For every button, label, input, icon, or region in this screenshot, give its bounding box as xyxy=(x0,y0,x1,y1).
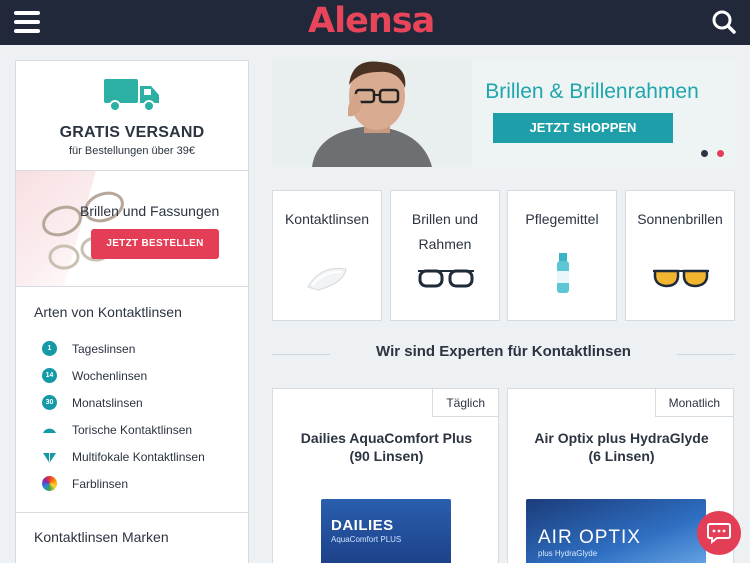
carousel-dot[interactable] xyxy=(701,150,708,157)
wear-period-badge: Monatlich xyxy=(654,389,733,417)
experts-section-header: Wir sind Experten für Kontaktlinsen xyxy=(272,343,735,367)
sidebar-item-label: Wochenlinsen xyxy=(72,368,148,383)
chat-button[interactable] xyxy=(697,511,741,555)
product-box-image: DAILIES AquaComfort PLUS xyxy=(321,499,451,563)
product-name-line: (6 Linsen) xyxy=(588,448,655,464)
model-with-glasses-image xyxy=(272,60,472,167)
product-card[interactable]: Täglich Dailies AquaComfort Plus (90 Lin… xyxy=(272,388,499,563)
banner-title: Brillen & Brillenrahmen xyxy=(485,80,699,103)
category-glasses-frames[interactable]: Brillen und Rahmen xyxy=(390,190,500,321)
search-icon[interactable] xyxy=(711,9,737,35)
promo-title: Brillen und Fassungen xyxy=(80,203,220,219)
experts-title: Wir sind Experten für Kontaktlinsen xyxy=(376,343,631,360)
toric-lens-icon xyxy=(42,422,57,437)
sidebar-item-label: Tageslinsen xyxy=(72,341,136,356)
color-lens-icon xyxy=(42,476,57,491)
sidebar-item-toric-lenses[interactable]: Torische Kontaktlinsen xyxy=(16,416,248,443)
product-name[interactable]: Dailies AquaComfort Plus (90 Linsen) xyxy=(273,429,498,465)
sunglasses-icon xyxy=(653,269,709,288)
lens-brands-heading[interactable]: Kontaktlinsen Marken xyxy=(16,513,248,561)
chat-bubble-icon xyxy=(707,523,731,544)
product-name-line: Air Optix plus HydraGlyde xyxy=(534,430,709,446)
box-sub-text: AquaComfort PLUS xyxy=(331,535,402,544)
top-navigation-bar: Alensa xyxy=(0,0,750,45)
category-contact-lenses[interactable]: Kontaktlinsen xyxy=(272,190,382,321)
product-name[interactable]: Air Optix plus HydraGlyde (6 Linsen) xyxy=(508,429,733,465)
free-shipping-box: GRATIS VERSAND für Bestellungen über 39€ xyxy=(16,61,248,171)
sidebar-item-daily-lenses[interactable]: 1 Tageslinsen xyxy=(16,335,248,362)
weekly-lens-icon: 14 xyxy=(42,368,57,383)
multifocal-lens-icon xyxy=(42,449,57,464)
daily-lens-icon: 1 xyxy=(42,341,57,356)
shop-now-button[interactable]: JETZT SHOPPEN xyxy=(493,113,673,143)
divider xyxy=(677,354,735,355)
eyeglasses-icon xyxy=(418,269,474,288)
category-label: Brillen und Rahmen xyxy=(411,211,479,252)
sidebar: GRATIS VERSAND für Bestellungen über 39€… xyxy=(15,60,249,563)
glasses-promo[interactable]: Brillen und Fassungen JETZT BESTELLEN xyxy=(16,171,248,287)
carousel-dot-active[interactable] xyxy=(717,150,724,157)
logo[interactable]: Alensa xyxy=(308,1,435,41)
box-sub-text: plus HydraGlyde xyxy=(538,549,598,558)
sidebar-item-weekly-lenses[interactable]: 14 Wochenlinsen xyxy=(16,362,248,389)
box-brand-text: AIR OPTIX xyxy=(538,527,641,548)
shipping-subtitle: für Bestellungen über 39€ xyxy=(69,145,195,157)
product-name-line: (90 Linsen) xyxy=(349,448,424,464)
shipping-title: GRATIS VERSAND xyxy=(59,124,205,141)
sidebar-item-label: Torische Kontaktlinsen xyxy=(72,422,193,437)
category-sunglasses[interactable]: Sonnenbrillen xyxy=(625,190,735,321)
delivery-truck-icon xyxy=(104,79,159,112)
hamburger-menu-icon[interactable] xyxy=(14,11,40,33)
wear-period-badge: Täglich xyxy=(432,389,498,417)
sidebar-item-label: Farblinsen xyxy=(72,476,129,491)
lens-types-heading: Arten von Kontaktlinsen xyxy=(34,304,182,320)
sidebar-item-multifocal-lenses[interactable]: Multifokale Kontaktlinsen xyxy=(16,443,248,470)
monthly-lens-icon: 30 xyxy=(42,395,57,410)
category-care-products[interactable]: Pflegemittel xyxy=(507,190,617,321)
order-now-button[interactable]: JETZT BESTELLEN xyxy=(91,229,219,259)
sidebar-item-label: Multifokale Kontaktlinsen xyxy=(72,449,205,464)
box-brand-text: DAILIES xyxy=(331,517,394,534)
sidebar-item-color-lenses[interactable]: Farblinsen xyxy=(16,470,248,497)
sidebar-item-monthly-lenses[interactable]: 30 Monatslinsen xyxy=(16,389,248,416)
sidebar-item-label: Monatslinsen xyxy=(72,395,143,410)
contact-lens-icon xyxy=(307,267,347,291)
solution-bottle-icon xyxy=(557,253,569,293)
hero-banner[interactable]: Brillen & Brillenrahmen JETZT SHOPPEN xyxy=(272,60,735,167)
category-label: Sonnenbrillen xyxy=(637,211,723,227)
product-box-image: AIR OPTIX plus HydraGlyde xyxy=(526,499,706,563)
category-label: Kontaktlinsen xyxy=(284,211,370,227)
category-label: Pflegemittel xyxy=(525,211,599,227)
product-name-line: Dailies AquaComfort Plus xyxy=(300,430,473,446)
